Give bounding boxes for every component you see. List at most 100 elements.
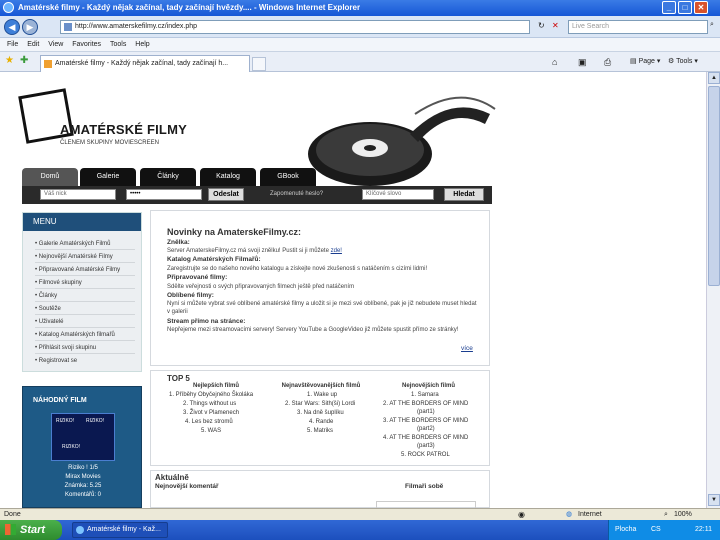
menu-item[interactable]: • Uživatelé bbox=[35, 316, 135, 328]
news-heading: Katalog Amatérských Filmařů: bbox=[167, 256, 261, 263]
random-film-comments: Komentářů: 0 bbox=[64, 492, 102, 498]
desktop-toolbar-label[interactable]: Plocha bbox=[615, 520, 636, 540]
top5-item[interactable]: 4. Les bez stromů bbox=[185, 419, 233, 425]
top5-item[interactable]: 3. Na dně šuplíku bbox=[297, 410, 344, 416]
print-icon[interactable]: ⎙ bbox=[604, 55, 611, 69]
keyword-search-input[interactable]: Klíčové slovo bbox=[362, 189, 434, 200]
login-submit-button[interactable]: Odeslat bbox=[208, 188, 244, 201]
top5-item[interactable]: 1. Wake up bbox=[307, 392, 337, 398]
search-button[interactable]: Hledat bbox=[444, 188, 484, 201]
site-logo-title[interactable]: AMATÉRSKÉ FILMY bbox=[60, 122, 187, 137]
window-title: Amatérské filmy - Každý nějak začínal, t… bbox=[18, 3, 361, 12]
live-search-input[interactable]: Live Search bbox=[568, 20, 708, 34]
random-film-name[interactable]: Riziko ! 1/5 bbox=[23, 465, 143, 471]
top5-item[interactable]: (part1) bbox=[417, 409, 435, 415]
scroll-down-icon[interactable]: ▼ bbox=[708, 494, 720, 506]
maximize-button[interactable]: □ bbox=[678, 1, 692, 14]
start-button[interactable]: Start bbox=[0, 520, 62, 540]
add-favorites-icon[interactable]: ✚ bbox=[20, 55, 28, 66]
tabs-bar: ★ ✚ Amatérské filmy - Každý nějak začína… bbox=[0, 52, 720, 72]
page-menu[interactable]: ▤ Page ▾ bbox=[630, 55, 660, 69]
top5-item[interactable]: 5. Matriks bbox=[307, 428, 333, 434]
menu-bar: File Edit View Favorites Tools Help bbox=[0, 38, 720, 52]
address-field[interactable]: http://www.amaterskefilmy.cz/index.php bbox=[60, 20, 530, 34]
window-titlebar: Amatérské filmy - Každý nějak začínal, t… bbox=[0, 0, 720, 16]
nav-tab-gbook[interactable]: GBook bbox=[260, 168, 316, 186]
top5-item[interactable]: 4. AT THE BORDERS OF MIND bbox=[383, 435, 468, 441]
top5-item[interactable]: 5. WAS bbox=[201, 428, 221, 434]
page-menu-label: Page bbox=[638, 58, 655, 65]
new-tab-button[interactable] bbox=[252, 57, 266, 71]
home-icon[interactable]: ⌂ bbox=[552, 55, 557, 69]
status-bar: Done ◉ ◍ Internet ⌕ 100% bbox=[0, 508, 720, 520]
top5-item[interactable]: 2. Star Wars: Sith(ši) Lordi bbox=[285, 401, 355, 407]
tools-menu[interactable]: ⚙ Tools ▾ bbox=[668, 55, 698, 69]
zoom-icon[interactable]: ⌕ bbox=[664, 509, 668, 520]
close-button[interactable]: ✕ bbox=[694, 1, 708, 14]
top5-item[interactable]: 3. Život v Plamenech bbox=[183, 410, 239, 416]
favorites-star-icon[interactable]: ★ bbox=[5, 55, 14, 66]
side-menu-title: MENU bbox=[23, 213, 141, 231]
site-logo-subtitle: ČLENEM SKUPINY MOVIESCREEN bbox=[60, 140, 159, 146]
back-button[interactable]: ◀ bbox=[4, 19, 20, 35]
menu-help[interactable]: Help bbox=[135, 38, 149, 52]
system-tray: Plocha CS 22:11 bbox=[608, 520, 720, 540]
language-indicator[interactable]: CS bbox=[651, 520, 661, 540]
random-film-title: NÁHODNÝ FILM bbox=[33, 397, 87, 404]
menu-item[interactable]: • Katalog Amatérských filmařů bbox=[35, 329, 135, 341]
menu-view[interactable]: View bbox=[48, 38, 63, 52]
menu-item[interactable]: • Soutěže bbox=[35, 303, 135, 315]
nick-input[interactable]: Váš nick bbox=[40, 189, 116, 200]
news-link[interactable]: zde! bbox=[331, 248, 342, 254]
feeds-icon[interactable]: ▣ bbox=[578, 55, 587, 69]
taskbar-ie-item[interactable]: Amatérské filmy - Kaž... bbox=[72, 522, 168, 538]
zoom-level[interactable]: 100% bbox=[674, 509, 692, 520]
site-favicon bbox=[44, 60, 52, 68]
search-icon[interactable]: ⌕ bbox=[710, 21, 714, 29]
nav-tab-articles[interactable]: Články bbox=[140, 168, 196, 186]
film-reel-image bbox=[308, 96, 496, 186]
top5-col-header: Nejnavštěvovanějších filmů bbox=[281, 383, 361, 389]
nav-tab-gallery[interactable]: Galerie bbox=[80, 168, 136, 186]
menu-edit[interactable]: Edit bbox=[27, 38, 39, 52]
top5-item[interactable]: 1. Samara bbox=[411, 392, 439, 398]
tools-menu-label: Tools bbox=[676, 58, 693, 65]
side-menu: MENU • Galerie Amatérských Filmů • Nejno… bbox=[22, 212, 142, 372]
menu-item[interactable]: • Články bbox=[35, 290, 135, 302]
random-film-poster[interactable]: RIZIKO! RIZIKO! RIZIKO! bbox=[51, 413, 115, 461]
refresh-icon[interactable]: ↻ bbox=[538, 21, 545, 30]
forgot-password-link[interactable]: Zapomenuté heslo? bbox=[270, 191, 323, 197]
nav-tab-catalog[interactable]: Katalog bbox=[200, 168, 256, 186]
top5-item[interactable]: 2. AT THE BORDERS OF MIND bbox=[383, 401, 468, 407]
nav-tab-home[interactable]: Domů bbox=[22, 168, 78, 186]
top5-item[interactable]: (part3) bbox=[417, 443, 435, 449]
top5-item[interactable]: 2. Things without us bbox=[183, 401, 236, 407]
menu-item[interactable]: • Připravované Amatérské Filmy bbox=[35, 264, 135, 276]
menu-item-label: Registrovat se bbox=[38, 358, 78, 364]
stop-icon[interactable]: ✕ bbox=[552, 21, 559, 30]
menu-item[interactable]: • Registrovat se bbox=[35, 355, 135, 367]
scroll-up-icon[interactable]: ▲ bbox=[708, 72, 720, 84]
minimize-button[interactable]: _ bbox=[662, 1, 676, 14]
menu-item[interactable]: • Přihlásit svoji skupinu bbox=[35, 342, 135, 354]
menu-favorites[interactable]: Favorites bbox=[72, 38, 101, 52]
menu-item[interactable]: • Filmové skupiny bbox=[35, 277, 135, 289]
top5-item[interactable]: 1. Příběhy Obyčejného Školáka bbox=[169, 392, 253, 398]
news-more-link[interactable]: více bbox=[461, 345, 473, 352]
zone-text: Internet bbox=[578, 511, 602, 518]
vertical-scrollbar[interactable]: ▲ ▼ bbox=[706, 72, 720, 508]
browser-tab[interactable]: Amatérské filmy - Každý nějak začínal, t… bbox=[40, 55, 250, 72]
poster-text: RIZIKO! bbox=[86, 418, 105, 424]
menu-tools[interactable]: Tools bbox=[110, 38, 126, 52]
random-film-studio: Mirax Movies bbox=[65, 474, 101, 480]
menu-file[interactable]: File bbox=[7, 38, 18, 52]
menu-item[interactable]: • Galerie Amatérských Filmů bbox=[35, 238, 135, 250]
top5-item[interactable]: 5. ROCK PATROL bbox=[401, 452, 450, 458]
menu-item[interactable]: • Nejnovější Amatérské Filmy bbox=[35, 251, 135, 263]
password-input[interactable]: ••••• bbox=[126, 189, 202, 200]
top5-item[interactable]: (part2) bbox=[417, 426, 435, 432]
forward-button[interactable]: ▶ bbox=[22, 19, 38, 35]
top5-item[interactable]: 4. Rande bbox=[309, 419, 333, 425]
scroll-thumb[interactable] bbox=[708, 86, 720, 286]
top5-item[interactable]: 3. AT THE BORDERS OF MIND bbox=[383, 418, 468, 424]
